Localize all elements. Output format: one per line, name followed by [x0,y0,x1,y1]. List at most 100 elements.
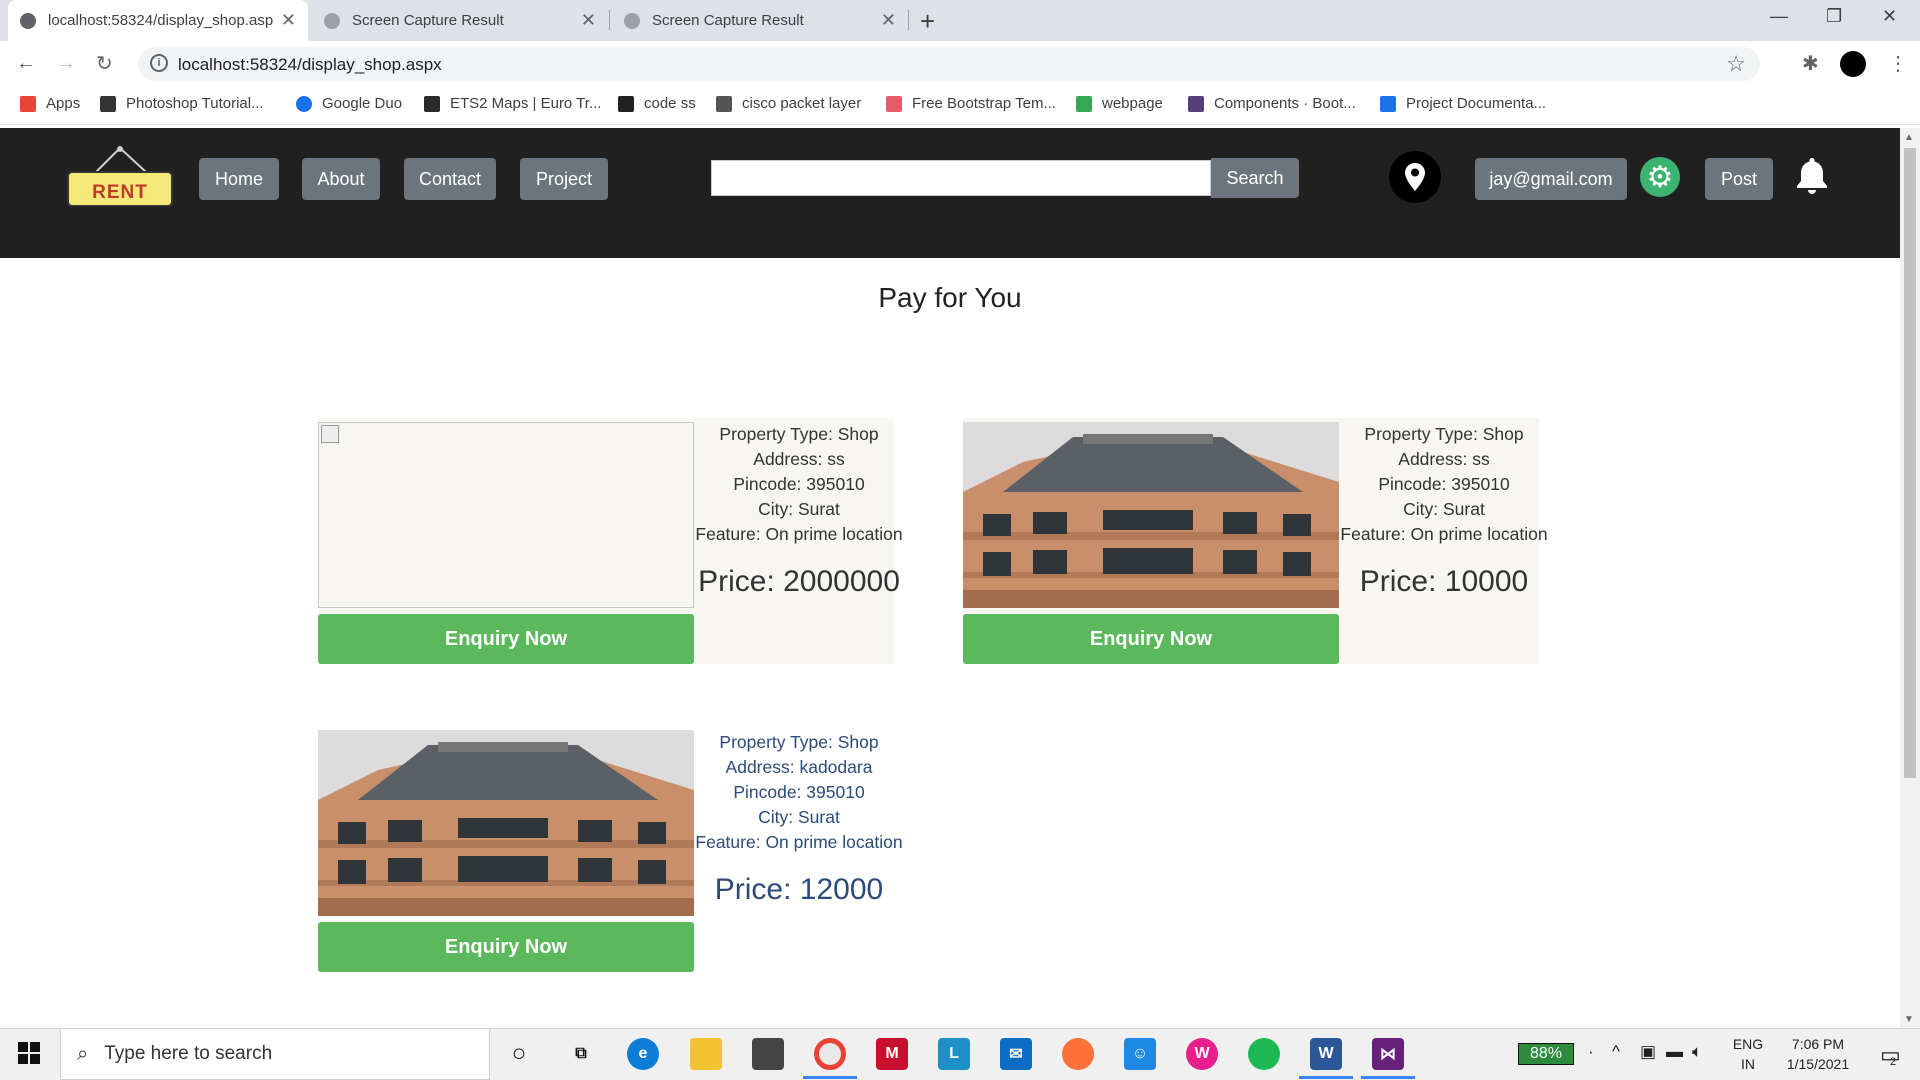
photoshop-icon [100,95,116,112]
active-app-indicator [803,1076,857,1079]
search-input[interactable] [711,160,1211,196]
address: Address: kadodara [725,757,873,777]
nav-project[interactable]: Project [520,158,608,200]
address-bar[interactable]: i localhost:58324/display_shop.aspx ☆ [138,47,1760,81]
bookmark-label: cisco packet layer [742,95,862,112]
listing-image [318,730,694,916]
battery-icon[interactable]: ▬ [1666,1042,1683,1062]
bell-icon[interactable] [1795,156,1829,203]
wamp-icon[interactable]: W [1186,1038,1218,1070]
tab-title: Screen Capture Result [652,12,804,29]
extensions-icon[interactable]: ✱ [1802,51,1819,76]
post-button[interactable]: Post [1705,158,1773,200]
bookmark-apps[interactable]: Apps [20,95,80,112]
bookmark-free-bootstrap[interactable]: Free Bootstrap Tem... [886,95,1056,112]
pincode: Pincode: 395010 [1378,474,1510,494]
language-indicator[interactable]: ENG IN [1730,1034,1766,1074]
wifi-icon[interactable]: · [1588,1042,1594,1062]
profile-avatar[interactable] [1840,51,1866,77]
location-pin-glyph [1405,163,1425,191]
mcafee-icon[interactable]: M [876,1038,908,1070]
network-icon[interactable]: ▣ [1640,1042,1656,1062]
bookmark-components-bootstrap[interactable]: Components · Boot... [1188,95,1356,112]
clock[interactable]: 7:06 PM 1/15/2021 [1770,1034,1866,1074]
property-type: Property Type: Shop [1364,424,1524,444]
search-icon: ⌕ [77,1042,89,1065]
tab-display-shop[interactable]: localhost:58324/display_shop.asp ✕ [8,0,308,41]
webpage-icon [1076,95,1092,112]
taskbar-search-placeholder: Type here to search [104,1043,273,1064]
mail-icon[interactable]: ✉ [1000,1038,1032,1070]
broken-image-icon [321,425,339,443]
store-icon[interactable] [752,1038,784,1070]
battery-indicator[interactable]: 88% [1518,1043,1574,1065]
star-icon[interactable]: ☆ [1726,51,1746,77]
region-code: IN [1741,1056,1755,1072]
apps-grid-icon [20,95,36,112]
file-explorer-icon[interactable] [690,1038,722,1070]
close-icon[interactable]: ✕ [581,10,596,31]
window-close-icon[interactable]: ✕ [1882,6,1897,27]
duo-icon [296,95,312,112]
feature: Feature: On prime location [695,524,903,544]
taskbar-search[interactable]: ⌕ Type here to search [60,1028,490,1080]
firefox-icon[interactable] [1062,1038,1094,1070]
user-email-button[interactable]: jay@gmail.com [1475,158,1627,200]
new-tab-icon[interactable]: + [920,6,935,37]
reload-icon[interactable]: ↻ [96,51,113,76]
bookmark-photoshop[interactable]: Photoshop Tutorial... [100,95,264,112]
enquiry-button[interactable]: Enquiry Now [318,922,694,972]
visual-studio-icon[interactable]: ⋈ [1372,1038,1404,1070]
tab-screen-capture-1[interactable]: Screen Capture Result ✕ [312,0,608,41]
spotify-icon[interactable] [1248,1038,1280,1070]
close-icon[interactable]: ✕ [281,10,296,31]
bookmark-label: webpage [1102,95,1163,112]
task-view-icon[interactable]: ⧉ [565,1038,597,1070]
feature: Feature: On prime location [1340,524,1548,544]
messenger-icon[interactable]: ☺ [1124,1038,1156,1070]
page-title: Pay for You [878,282,1022,313]
minimize-icon[interactable]: — [1770,6,1788,27]
edge-icon[interactable]: e [627,1038,659,1070]
nav-contact[interactable]: Contact [404,158,496,200]
tab-title: localhost:58324/display_shop.asp [48,12,273,29]
gear-icon[interactable]: ⚙ [1640,157,1680,197]
cortana-icon[interactable]: ○ [503,1038,535,1070]
enquiry-button[interactable]: Enquiry Now [318,614,694,664]
price: Price: 2000000 [698,565,900,598]
volume-icon[interactable]: 🔈︎ [1692,1042,1702,1062]
bookmark-ets2[interactable]: ETS2 Maps | Euro Tr... [424,95,601,112]
bookmark-code-ss[interactable]: code ss [618,95,696,112]
chrome-icon[interactable] [814,1038,846,1070]
windows-start-icon[interactable] [18,1042,40,1071]
bookmark-label: Photoshop Tutorial... [126,95,264,112]
info-icon[interactable]: i [150,54,168,72]
bookmark-project-docs[interactable]: Project Documenta... [1380,95,1546,112]
forward-icon[interactable]: → [56,52,76,75]
restore-icon[interactable]: ❐ [1826,6,1842,27]
launcher-icon[interactable]: L [938,1038,970,1070]
ets2-icon [424,95,440,112]
globe-icon [20,12,36,29]
word-icon[interactable]: W [1310,1038,1342,1070]
tab-screen-capture-2[interactable]: Screen Capture Result ✕ [612,0,908,41]
chevron-up-icon[interactable]: ^ [1612,1042,1620,1062]
search-button[interactable]: Search [1211,158,1299,198]
location-pin-icon[interactable] [1389,151,1441,203]
scrollbar-thumb[interactable] [1904,148,1916,778]
camera-icon [624,12,640,29]
back-icon[interactable]: ← [16,52,36,75]
scroll-down-icon[interactable]: ▼ [1904,1014,1914,1025]
menu-icon[interactable]: ⋮ [1888,51,1908,76]
bookmark-cisco[interactable]: cisco packet layer [716,95,861,112]
listing-details: Property Type: Shop Address: kadodara Pi… [694,730,904,908]
bookmark-google-duo[interactable]: Google Duo [296,95,402,112]
price: Price: 10000 [1359,565,1529,598]
scroll-up-icon[interactable]: ▲ [1904,132,1914,143]
nav-home[interactable]: Home [199,158,279,200]
close-icon[interactable]: ✕ [881,10,896,31]
nav-about[interactable]: About [302,158,380,200]
bookmark-webpage[interactable]: webpage [1076,95,1163,112]
enquiry-button[interactable]: Enquiry Now [963,614,1339,664]
notification-count: 2 [1890,1056,1897,1068]
